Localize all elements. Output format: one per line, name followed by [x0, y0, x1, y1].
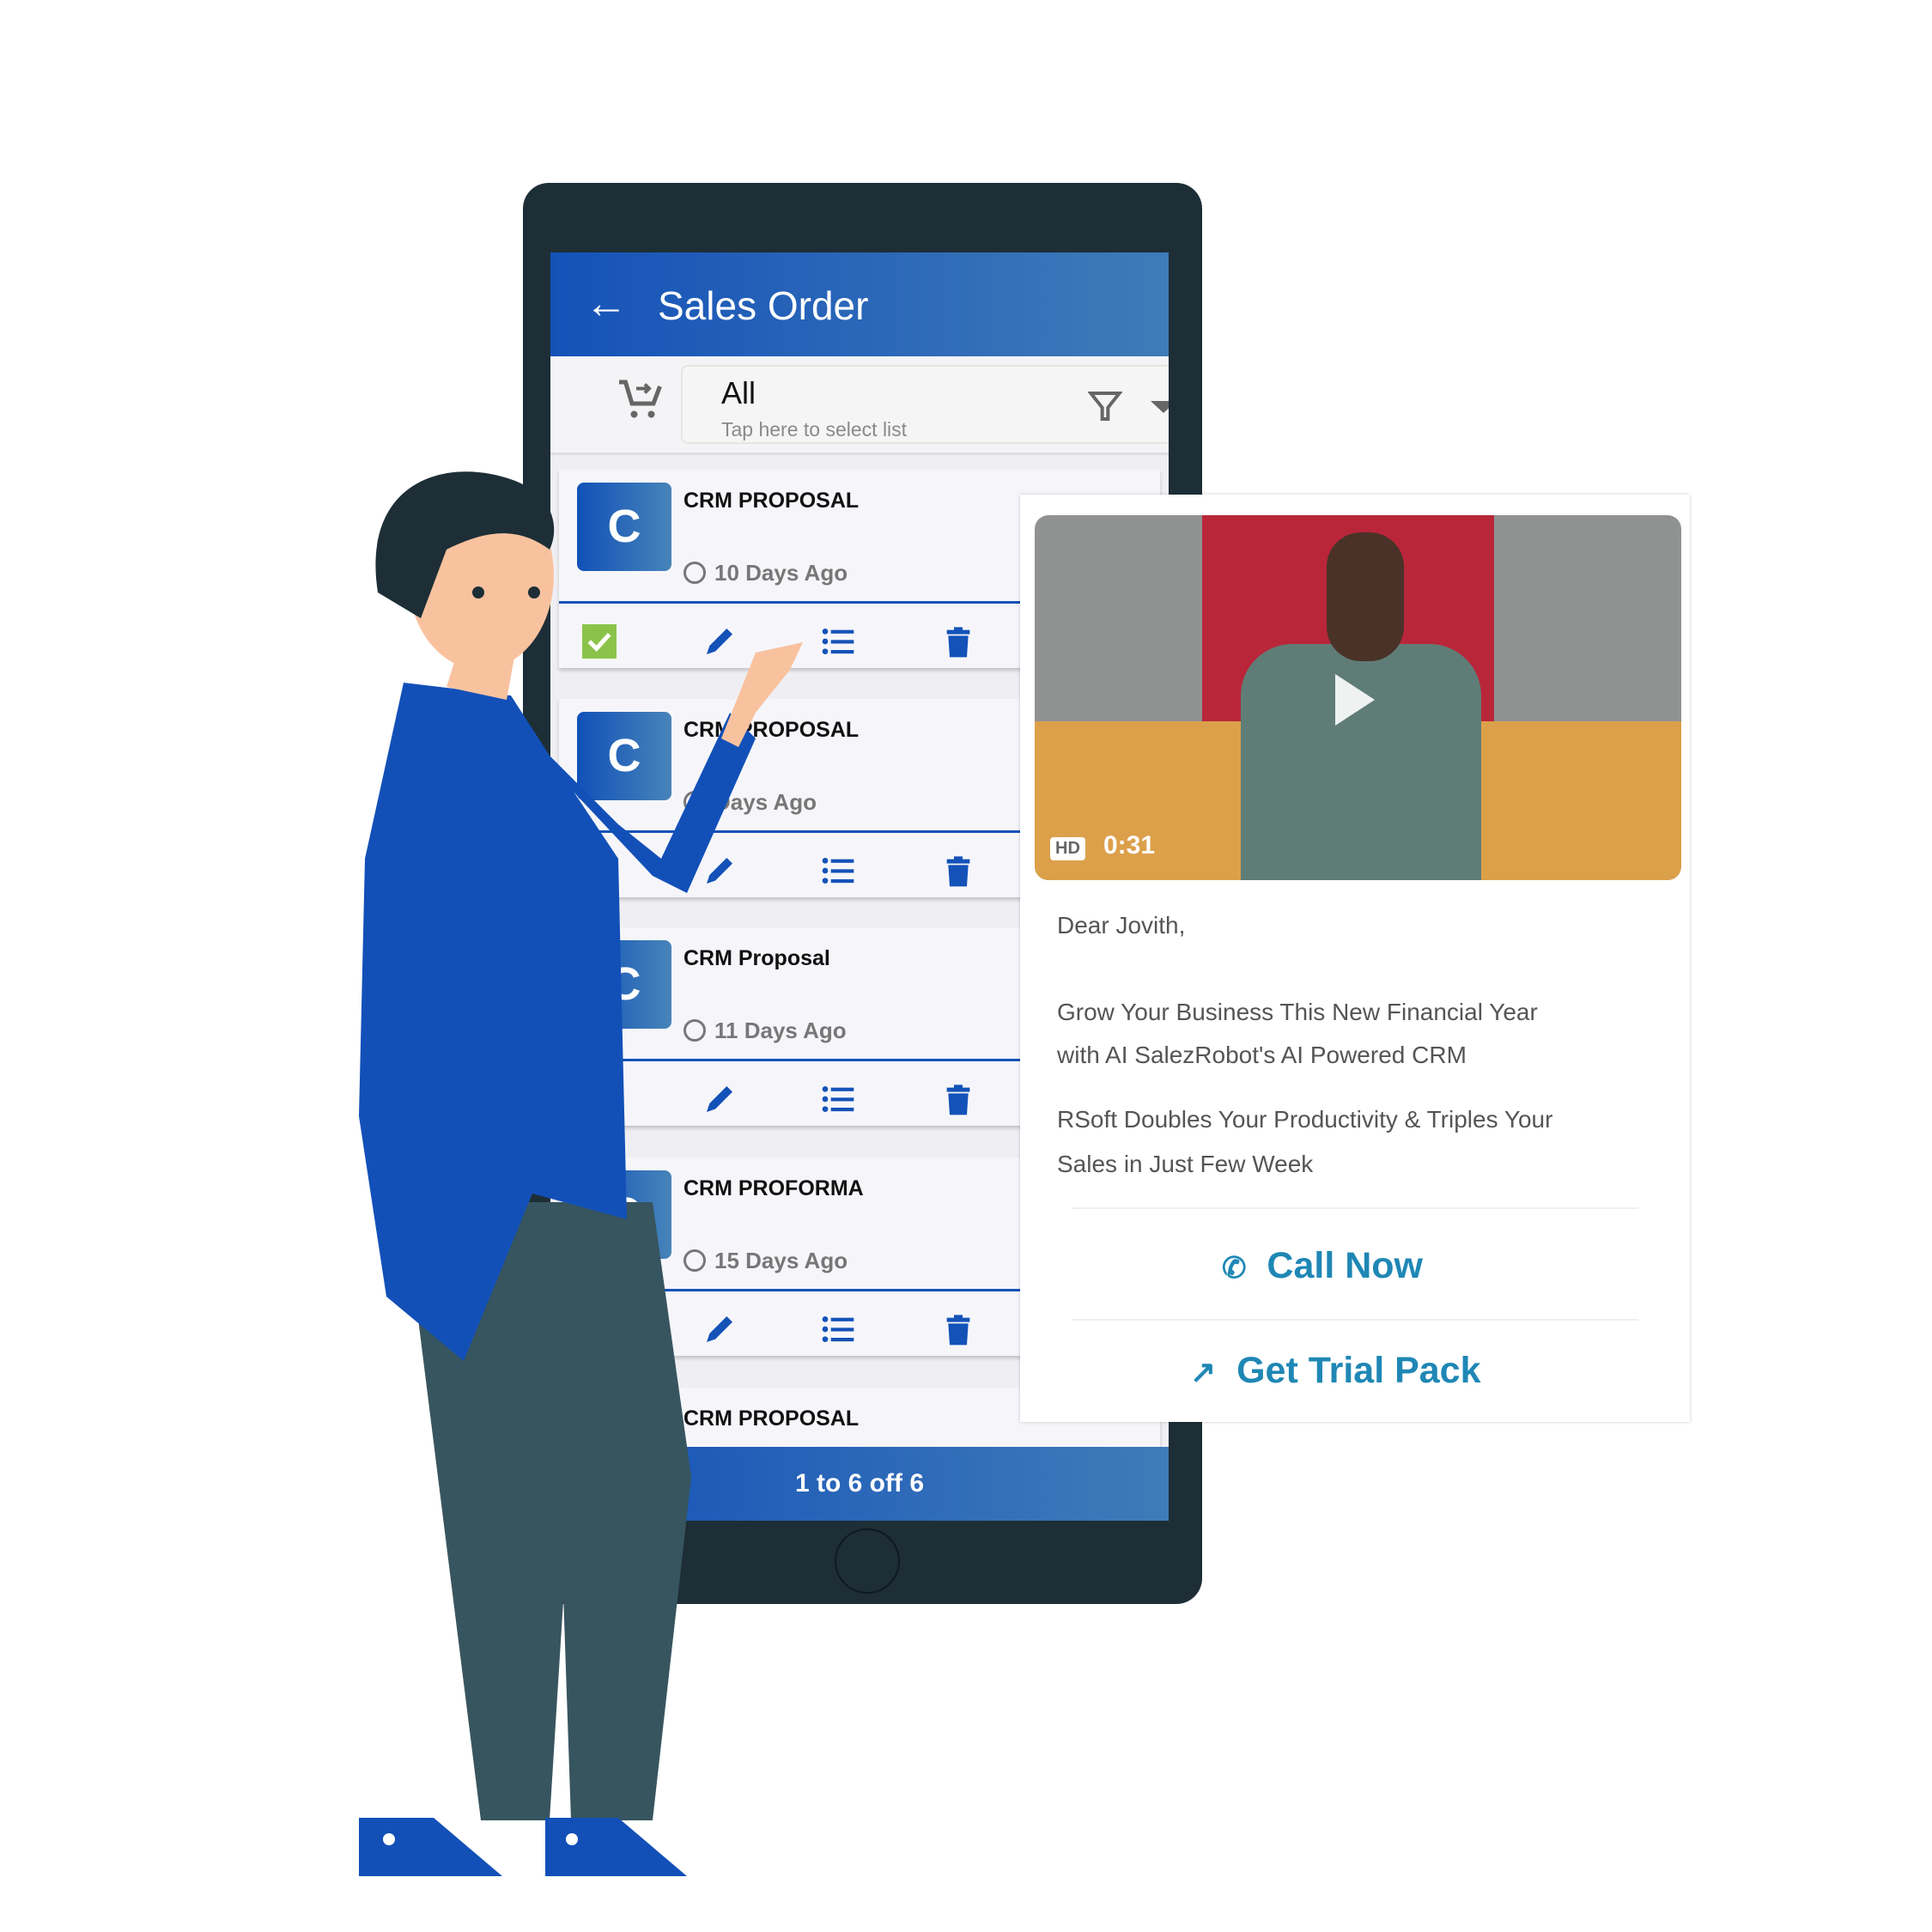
promo-popup: HD 0:31 Dear Jovith, Grow Your Business …	[1020, 495, 1690, 1422]
divider	[1072, 1319, 1638, 1321]
phone-icon: ✆	[1222, 1252, 1247, 1285]
external-link-icon: ↗	[1190, 1354, 1217, 1389]
play-icon[interactable]	[1335, 674, 1375, 726]
video-duration: 0:31	[1103, 831, 1156, 860]
promo-line-4: Sales in Just Few Week	[1057, 1151, 1314, 1177]
promo-line-1: Grow Your Business This New Financial Ye…	[1057, 999, 1538, 1025]
video-player[interactable]: HD 0:31	[1035, 515, 1681, 880]
promo-line-2: with AI SalezRobot's AI Powered CRM	[1057, 1042, 1467, 1068]
call-now-button[interactable]: ✆ Call Now	[1222, 1245, 1423, 1287]
promo-line-3: RSoft Doubles Your Productivity & Triple…	[1057, 1106, 1553, 1133]
divider	[1072, 1207, 1638, 1209]
video-presenter-head	[1327, 532, 1404, 661]
hd-badge: HD	[1050, 837, 1085, 860]
greeting: Dear Jovith,	[1057, 912, 1186, 939]
get-trial-pack-button[interactable]: ↗ Get Trial Pack	[1190, 1350, 1481, 1392]
call-now-label: Call Now	[1267, 1245, 1423, 1286]
get-trial-pack-label: Get Trial Pack	[1236, 1350, 1481, 1391]
